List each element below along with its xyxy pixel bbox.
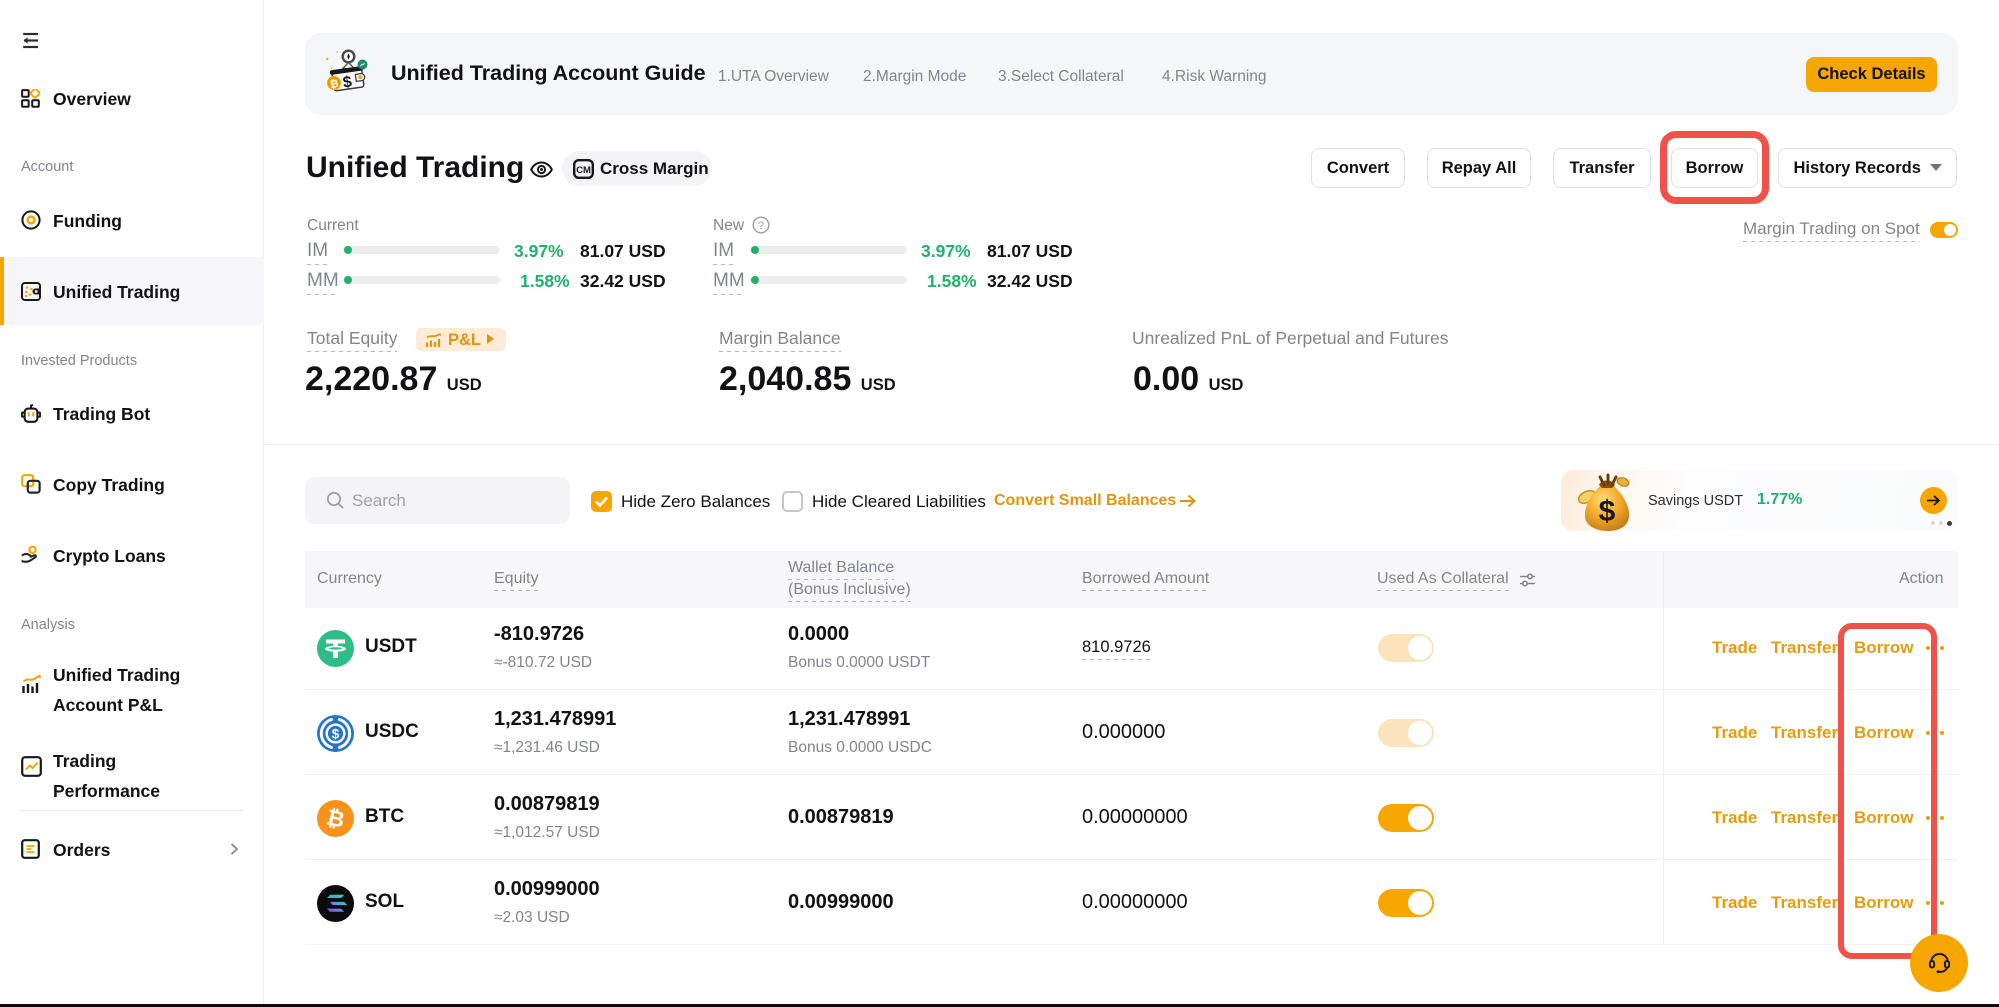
svg-text:$: $ [332, 726, 340, 741]
svg-text:CM: CM [576, 165, 591, 176]
svg-text:?: ? [758, 220, 764, 232]
svg-text:$: $ [1599, 495, 1616, 528]
